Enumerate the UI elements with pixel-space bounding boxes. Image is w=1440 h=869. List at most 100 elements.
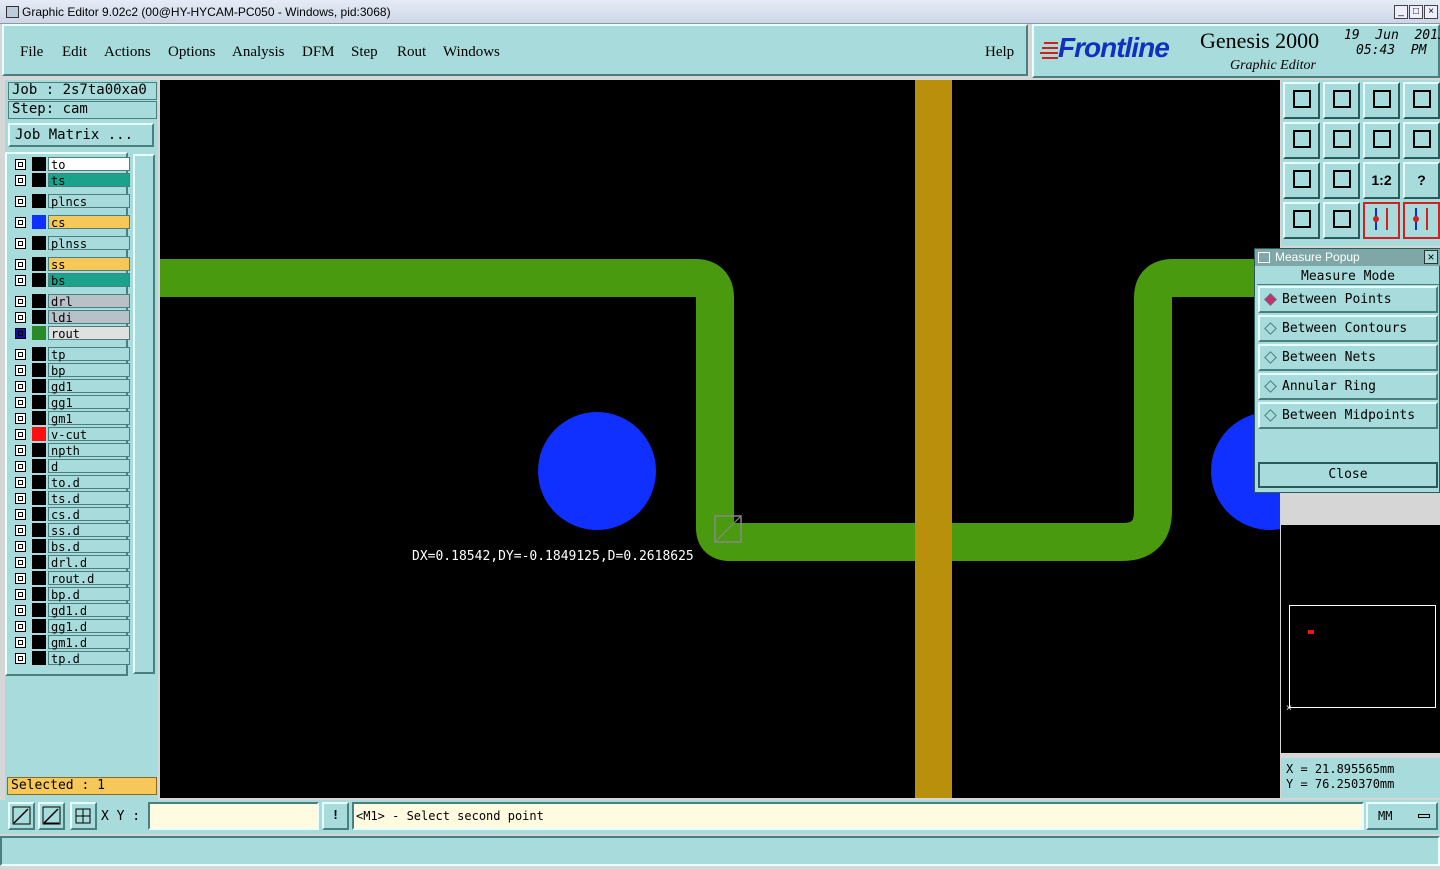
layer-row-cs.d[interactable]: cs.d <box>11 507 131 522</box>
layer-checkbox[interactable] <box>15 621 26 632</box>
menu-analysis[interactable]: Analysis <box>232 44 285 61</box>
angle-tool-icon[interactable] <box>38 802 65 830</box>
snap-tool-icon[interactable] <box>8 802 35 830</box>
layer-checkbox[interactable] <box>15 445 26 456</box>
layer-row-rout.d[interactable]: rout.d <box>11 571 131 586</box>
layer-checkbox[interactable] <box>15 589 26 600</box>
overview-map[interactable]: × <box>1281 525 1440 753</box>
layer-checkbox[interactable] <box>15 525 26 536</box>
minimize-button[interactable]: _ <box>1394 5 1408 19</box>
help-icon[interactable]: ? <box>1403 162 1440 199</box>
layer-checkbox[interactable] <box>15 413 26 424</box>
home-icon[interactable] <box>1363 82 1400 119</box>
pan-right-icon[interactable] <box>1323 122 1360 159</box>
layer-row-to[interactable]: to <box>11 157 131 172</box>
layer-row-gg1.d[interactable]: gg1.d <box>11 619 131 634</box>
layer-row-d[interactable]: d <box>11 459 131 474</box>
option-annular-ring[interactable]: Annular Ring <box>1258 373 1438 400</box>
layer-checkbox[interactable] <box>15 217 26 228</box>
layer-row-bs[interactable]: bs <box>11 273 131 288</box>
layer-checkbox[interactable] <box>15 349 26 360</box>
fit-icon[interactable] <box>1283 162 1320 199</box>
option-between-nets[interactable]: Between Nets <box>1258 344 1438 371</box>
layer-row-v-cut[interactable]: v-cut <box>11 427 131 442</box>
layer-row-gg1[interactable]: gg1 <box>11 395 131 410</box>
ratio-icon[interactable]: 1:2 <box>1363 162 1400 199</box>
layer-row-ts[interactable]: ts <box>11 173 131 188</box>
layer-row-bs.d[interactable]: bs.d <box>11 539 131 554</box>
undo-icon[interactable] <box>1363 122 1400 159</box>
layer-checkbox[interactable] <box>15 175 26 186</box>
grid-tool-icon[interactable] <box>70 802 97 830</box>
menu-rout[interactable]: Rout <box>397 44 426 61</box>
layer-row-bp.d[interactable]: bp.d <box>11 587 131 602</box>
layer-checkbox[interactable] <box>15 238 26 249</box>
menu-windows[interactable]: Windows <box>443 44 500 61</box>
tools-icon[interactable] <box>1283 202 1320 239</box>
layer-checkbox[interactable] <box>15 509 26 520</box>
layer-row-ts.d[interactable]: ts.d <box>11 491 131 506</box>
layer-checkbox[interactable] <box>15 159 26 170</box>
layer-row-drl.d[interactable]: drl.d <box>11 555 131 570</box>
layer-row-bp[interactable]: bp <box>11 363 131 378</box>
menu-actions[interactable]: Actions <box>104 44 151 61</box>
layer-checkbox[interactable] <box>15 477 26 488</box>
option-between-contours[interactable]: Between Contours <box>1258 315 1438 342</box>
layer-row-plncs[interactable]: plncs <box>11 194 131 209</box>
units-select[interactable]: MM <box>1366 802 1438 830</box>
layer-row-cs[interactable]: cs <box>11 215 131 230</box>
layer-checkbox[interactable] <box>15 381 26 392</box>
layer-row-to.d[interactable]: to.d <box>11 475 131 490</box>
menu-options[interactable]: Options <box>168 44 216 61</box>
alert-button[interactable]: ! <box>322 802 349 830</box>
layer-row-drl[interactable]: drl <box>11 294 131 309</box>
layer-row-tp.d[interactable]: tp.d <box>11 651 131 666</box>
layer-scrollbar[interactable] <box>133 154 155 674</box>
maximize-button[interactable]: □ <box>1409 5 1423 19</box>
snake-icon[interactable] <box>1403 122 1440 159</box>
layer-checkbox[interactable] <box>15 493 26 504</box>
layer-checkbox[interactable] <box>15 637 26 648</box>
layer-checkbox[interactable] <box>15 259 26 270</box>
layer-row-gd1[interactable]: gd1 <box>11 379 131 394</box>
close-window-button[interactable]: × <box>1424 5 1438 19</box>
layer-checkbox[interactable] <box>15 328 26 339</box>
layer-checkbox[interactable] <box>15 275 26 286</box>
layer-checkbox[interactable] <box>15 653 26 664</box>
close-button[interactable]: Close <box>1258 462 1438 488</box>
layer-row-npth[interactable]: npth <box>11 443 131 458</box>
layer-checkbox[interactable] <box>15 461 26 472</box>
menu-help[interactable]: Help <box>985 44 1014 61</box>
netlist-icon[interactable] <box>1363 202 1400 239</box>
option-between-midpoints[interactable]: Between Midpoints <box>1258 402 1438 429</box>
probe-icon[interactable] <box>1323 202 1360 239</box>
layer-checkbox[interactable] <box>15 296 26 307</box>
menu-step[interactable]: Step <box>351 44 378 61</box>
layer-row-ldi[interactable]: ldi <box>11 310 131 325</box>
job-matrix-button[interactable]: Job Matrix ... <box>8 123 154 147</box>
layer-checkbox[interactable] <box>15 557 26 568</box>
layer-row-ss.d[interactable]: ss.d <box>11 523 131 538</box>
layer-row-gm1[interactable]: gm1 <box>11 411 131 426</box>
option-between-points[interactable]: Between Points <box>1258 286 1438 313</box>
layer-checkbox[interactable] <box>15 429 26 440</box>
layer-checkbox[interactable] <box>15 397 26 408</box>
layer-checkbox[interactable] <box>15 312 26 323</box>
zoom-home-icon[interactable] <box>1283 82 1320 119</box>
layer-checkbox[interactable] <box>15 573 26 584</box>
layer-checkbox[interactable] <box>15 196 26 207</box>
popup-close-icon[interactable]: × <box>1424 250 1438 264</box>
menu-dfm[interactable]: DFM <box>302 44 335 61</box>
layer-row-gm1.d[interactable]: gm1.d <box>11 635 131 650</box>
menu-edit[interactable]: Edit <box>62 44 87 61</box>
layer-checkbox[interactable] <box>15 541 26 552</box>
layers-icon[interactable] <box>1403 202 1440 239</box>
layer-row-tp[interactable]: tp <box>11 347 131 362</box>
layer-row-ss[interactable]: ss <box>11 257 131 272</box>
layer-row-plnss[interactable]: plnss <box>11 236 131 251</box>
menu-file[interactable]: File <box>20 44 43 61</box>
xy-input[interactable] <box>148 802 319 830</box>
pan-left-icon[interactable] <box>1283 122 1320 159</box>
layer-row-rout[interactable]: rout <box>11 326 131 341</box>
layer-checkbox[interactable] <box>15 605 26 616</box>
